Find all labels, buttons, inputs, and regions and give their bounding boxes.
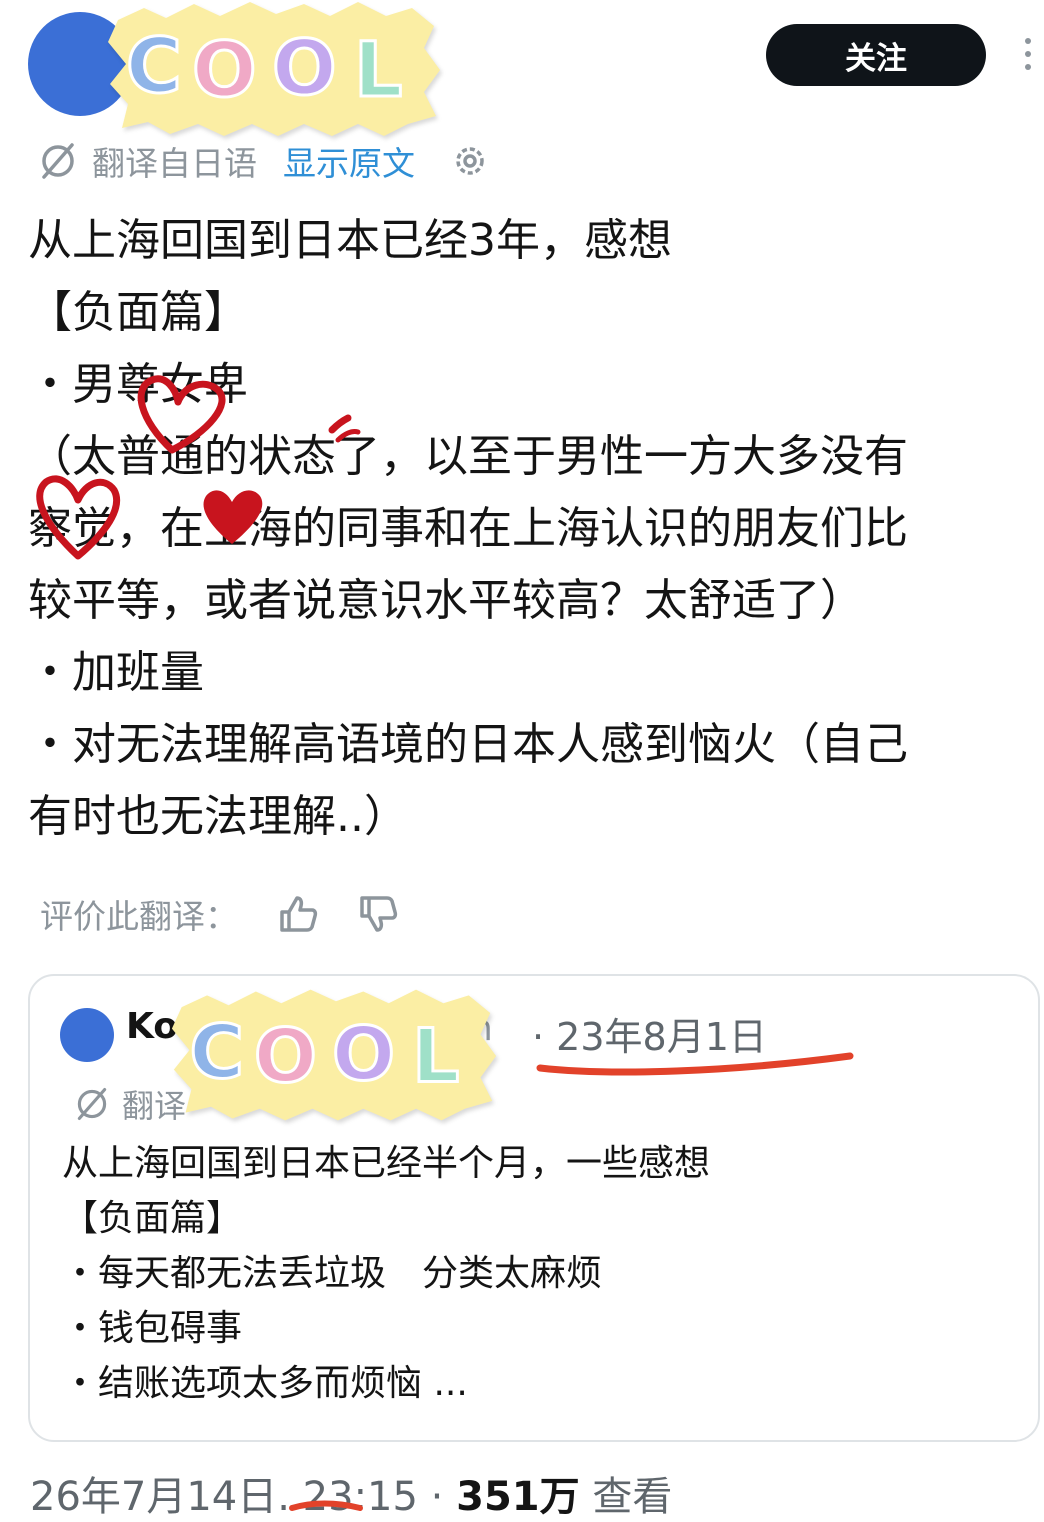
quoted-line: 【负面篇】 [62, 1198, 243, 1239]
quoted-author-avatar[interactable] [60, 1008, 114, 1062]
post-line: ・对无法理解高语境的日本人感到恼火（自己 [28, 719, 908, 770]
thumbs-up-icon[interactable] [278, 894, 318, 934]
follow-button[interactable]: 关注 [766, 24, 986, 86]
date-underline-doodle [536, 1052, 854, 1076]
quoted-line: ・结账选项太多而烦恼 ... [62, 1363, 468, 1404]
post-meta: 26年7月14日. 23:15 · 351万 查看 [30, 1464, 672, 1522]
more-icon[interactable] [1018, 38, 1038, 78]
views-label: 查看 [592, 1474, 673, 1520]
rate-label: 评价此翻译： [40, 897, 238, 936]
svg-text:L: L [354, 25, 402, 114]
rate-translation: 评价此翻译： [40, 888, 398, 940]
svg-text:C: C [126, 21, 182, 110]
svg-text:C: C [189, 1008, 243, 1095]
post-line: 从上海回国到日本已经3年，感想 [28, 215, 672, 266]
show-original-link[interactable]: 显示原文 [283, 137, 415, 185]
translation-bar: 翻译自日语 显示原文 [38, 136, 489, 186]
post-line: 有时也无法理解..） [28, 791, 408, 842]
quoted-line: 从上海回国到日本已经半个月，一些感想 [62, 1143, 711, 1184]
translate-icon [77, 1088, 107, 1120]
quoted-post-body: 从上海回国到日本已经半个月，一些感想 【负面篇】 ・每天都无法丢垃圾 分类太麻烦… [62, 1136, 710, 1411]
svg-text:L: L [412, 1012, 459, 1099]
post-datetime[interactable]: 26年7月14日. 23:15 · [30, 1474, 443, 1520]
post-line: 察觉，在上海的同事和在上海认识的朋友们比 [28, 503, 908, 554]
svg-text:O: O [254, 1012, 317, 1099]
post-line: 【负面篇】 [28, 287, 248, 338]
post-body: 从上海回国到日本已经3年，感想 【负面篇】 ・男尊女卑 （太普通的状态了，以至于… [28, 205, 1038, 853]
quoted-line: ・每天都无法丢垃圾 分类太麻烦 [62, 1253, 603, 1294]
view-count: 351万 [456, 1474, 580, 1520]
meta-underline-doodle [289, 1500, 363, 1511]
post-line: ・男尊女卑 [28, 359, 248, 410]
svg-text:O: O [332, 1010, 395, 1097]
thumbs-down-icon[interactable] [358, 894, 398, 934]
post-line: ・加班量 [28, 647, 204, 698]
svg-text:O: O [272, 23, 337, 112]
cool-sticker: C O O L [108, 2, 440, 136]
cool-sticker: C O O L [171, 989, 497, 1121]
svg-text:O: O [192, 25, 257, 114]
translated-from-label: 翻译自日语 [92, 144, 257, 183]
translate-icon [42, 143, 74, 179]
post-line: 较平等，或者说意识水平较高？太舒适了） [28, 575, 864, 626]
post-line: （太普通的状态了，以至于男性一方大多没有 [28, 431, 908, 482]
gear-icon[interactable] [451, 142, 489, 180]
quoted-line: ・钱包碍事 [62, 1308, 243, 1349]
